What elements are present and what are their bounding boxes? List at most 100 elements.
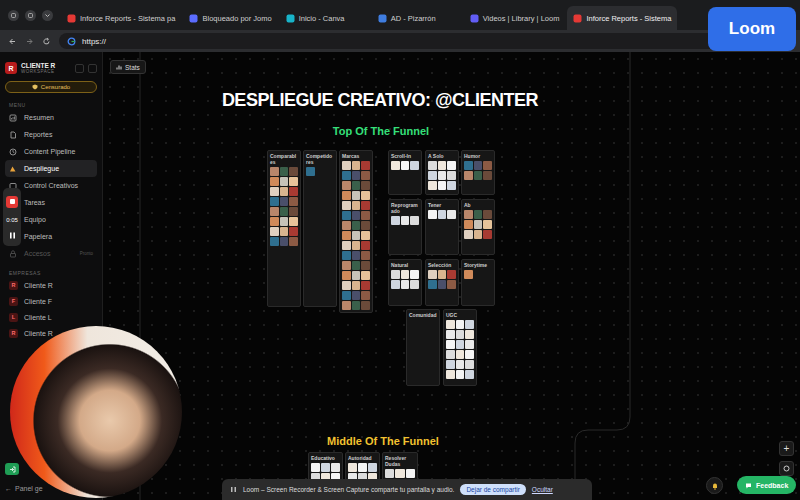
thumbnail[interactable] [280,167,289,176]
thumbnail[interactable] [342,271,351,280]
thumbnail[interactable] [401,161,410,170]
thumbnail[interactable] [446,340,455,349]
thumbnail[interactable] [483,210,492,219]
thumbnail[interactable] [446,370,455,379]
thumbnail[interactable] [456,330,465,339]
board-card[interactable]: Storytime [461,259,495,306]
thumbnail[interactable] [428,181,437,190]
thumbnail[interactable] [428,270,437,279]
thumbnail[interactable] [474,230,483,239]
thumbnail[interactable] [368,463,377,472]
browser-tab[interactable]: Inicio - Canva [280,6,370,30]
board-card[interactable]: Ab [461,199,495,255]
workspace-badge[interactable]: Censurado [5,81,97,93]
thumbnail[interactable] [352,161,361,170]
thumbnail[interactable] [352,271,361,280]
thumbnail[interactable] [280,227,289,236]
thumbnail[interactable] [361,231,370,240]
thumbnail[interactable] [361,181,370,190]
thumbnail[interactable] [342,201,351,210]
thumbnail[interactable] [289,207,298,216]
board-card[interactable]: UGC [443,309,477,386]
thumbnail[interactable] [280,177,289,186]
thumbnail[interactable] [289,177,298,186]
thumbnail[interactable] [270,177,279,186]
thumbnail[interactable] [474,210,483,219]
thumbnail[interactable] [352,171,361,180]
board-card[interactable]: Tener [425,199,459,255]
stop-sharing-button[interactable]: Dejar de compartir [460,484,525,495]
thumbnail[interactable] [410,161,419,170]
thumbnail[interactable] [401,216,410,225]
board-card[interactable]: Comparables [267,150,301,307]
thumbnail[interactable] [438,280,447,289]
thumbnail[interactable] [465,330,474,339]
thumbnail[interactable] [331,463,340,472]
thumbnail[interactable] [456,360,465,369]
thumbnail[interactable] [352,281,361,290]
thumbnail[interactable] [289,167,298,176]
thumbnail[interactable] [280,217,289,226]
thumbnail[interactable] [352,181,361,190]
board-card[interactable]: Reprogramado [388,199,422,255]
thumbnail[interactable] [410,280,419,289]
sidebar-item[interactable]: Resumen [5,109,97,126]
stats-button[interactable]: Stats [110,60,146,74]
browser-tab[interactable]: Inforce Reports - Sistema [567,6,677,30]
thumbnail[interactable] [361,221,370,230]
thumbnail[interactable] [410,216,419,225]
thumbnail[interactable] [391,161,400,170]
thumbnail[interactable] [352,201,361,210]
thumbnail[interactable] [474,171,483,180]
thumbnail[interactable] [474,161,483,170]
thumbnail[interactable] [428,171,437,180]
thumbnail[interactable] [391,280,400,289]
zoom-in-button[interactable]: + [779,441,794,456]
thumbnail[interactable] [270,227,279,236]
thumbnail[interactable] [352,241,361,250]
thumbnail[interactable] [401,270,410,279]
window-button[interactable] [8,10,19,21]
fit-view-button[interactable] [779,461,794,476]
workspace-header[interactable]: RCLIENTE RWORKSPACE [5,60,97,76]
thumbnail[interactable] [464,171,473,180]
thumbnail[interactable] [289,217,298,226]
collapse-button[interactable] [88,64,97,73]
thumbnail[interactable] [289,237,298,246]
thumbnail[interactable] [464,270,473,279]
thumbnail[interactable] [464,230,473,239]
sidebar-item[interactable]: Content Pipeline [5,143,97,160]
thumbnail[interactable] [447,171,456,180]
thumbnail[interactable] [474,220,483,229]
thumbnail[interactable] [342,191,351,200]
thumbnail[interactable] [465,350,474,359]
thumbnail[interactable] [401,280,410,289]
thumbnail[interactable] [447,210,456,219]
thumbnail[interactable] [361,201,370,210]
thumbnail[interactable] [438,210,447,219]
recording-control[interactable]: 0:05 [3,188,21,246]
thumbnail[interactable] [361,171,370,180]
thumbnail[interactable] [342,301,351,310]
thumbnail[interactable] [342,161,351,170]
thumbnail[interactable] [428,280,437,289]
thumbnail[interactable] [280,187,289,196]
thumbnail[interactable] [446,360,455,369]
thumbnail[interactable] [447,181,456,190]
board-card[interactable]: Humor [461,150,495,195]
hide-link[interactable]: Ocultar [532,486,553,493]
thumbnail[interactable] [483,220,492,229]
thumbnail[interactable] [465,320,474,329]
board-card[interactable]: Marcas [339,150,373,313]
thumbnail[interactable] [361,241,370,250]
browser-tab[interactable]: AD - Pizarrón [372,6,462,30]
thumbnail[interactable] [464,161,473,170]
thumbnail[interactable] [342,231,351,240]
thumbnail[interactable] [361,191,370,200]
thumbnail[interactable] [446,320,455,329]
thumbnail[interactable] [465,370,474,379]
thumbnail[interactable] [342,221,351,230]
thumbnail[interactable] [446,350,455,359]
board-card[interactable]: A Solo [425,150,459,195]
action-button[interactable] [5,463,19,475]
